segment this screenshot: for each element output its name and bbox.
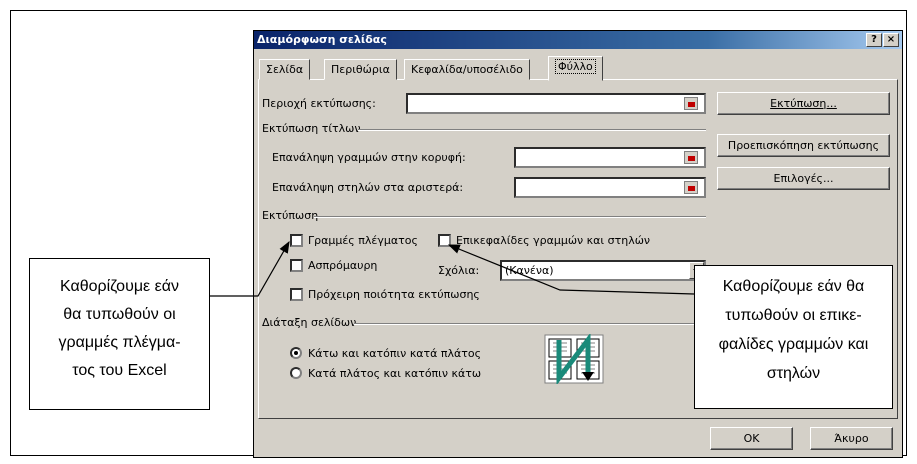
- comments-select-value: (Κανένα): [505, 264, 554, 277]
- draft-quality-checkbox[interactable]: [290, 288, 303, 301]
- dialog-titlebar: Διαμόρφωση σελίδας: [254, 31, 902, 49]
- close-button[interactable]: ×: [883, 33, 899, 47]
- range-picker-icon[interactable]: [684, 97, 698, 110]
- tab-sheet-label: Φύλλο: [555, 59, 596, 74]
- page-order-divider: [354, 323, 706, 325]
- gridlines-label: Γραμμές πλέγματος: [308, 234, 418, 247]
- print-button-label: Εκτύπωση...: [770, 97, 837, 110]
- print-section-divider: [314, 216, 706, 218]
- cols-repeat-input[interactable]: [514, 177, 706, 198]
- order-down-radio[interactable]: [290, 347, 302, 359]
- options-button[interactable]: Επιλογές...: [717, 167, 890, 190]
- page-order-header: Διάταξη σελίδων: [262, 316, 357, 329]
- headings-label: Επικεφαλίδες γραμμών και στηλών: [456, 234, 651, 247]
- tab-margins[interactable]: Περιθώρια: [324, 59, 397, 80]
- callout-right-line: φαλίδες γραμμών και: [718, 336, 869, 353]
- callout-left-line: θα τυπωθούν οι: [63, 306, 176, 323]
- headings-checkbox[interactable]: [438, 234, 451, 247]
- callout-right-line: στηλών: [766, 365, 821, 382]
- print-titles-header: Εκτύπωση τίτλων: [262, 122, 361, 135]
- print-section-header: Εκτύπωση: [262, 209, 319, 222]
- callout-left-line: Καθορίζουμε εάν: [60, 278, 179, 295]
- callout-headings: Καθορίζουμε εάν θα τυπωθούν οι επικε- φα…: [694, 265, 893, 409]
- order-down-label: Κάτω και κατόπιν κατά πλάτος: [308, 347, 482, 360]
- range-picker-icon[interactable]: [684, 151, 698, 164]
- cancel-button[interactable]: Άκυρο: [810, 427, 893, 450]
- callout-right-line: Καθορίζουμε εάν θα: [722, 278, 865, 295]
- order-over-label: Κατά πλάτος και κατόπιν κάτω: [308, 367, 482, 380]
- order-over-radio[interactable]: [290, 367, 302, 379]
- rows-repeat-label: Επανάληψη γραμμών στην κορυφή:: [272, 151, 466, 164]
- tab-page[interactable]: Σελίδα: [259, 59, 311, 80]
- black-white-label: Ασπρόμαυρη: [308, 259, 378, 272]
- comments-select[interactable]: (Κανένα): [500, 260, 706, 281]
- callout-gridlines: Καθορίζουμε εάν θα τυπωθούν οι γραμμές π…: [29, 258, 210, 410]
- help-button[interactable]: ?: [866, 33, 882, 47]
- dialog-title: Διαμόρφωση σελίδας: [257, 33, 387, 46]
- tab-sheet[interactable]: Φύλλο: [548, 56, 603, 81]
- black-white-checkbox[interactable]: [290, 259, 303, 272]
- callout-left-line: τος του Excel: [72, 362, 167, 379]
- tab-header-footer[interactable]: Κεφαλίδα/υποσέλιδο: [404, 59, 530, 80]
- draft-quality-label: Πρόχειρη ποιότητα εκτύπωσης: [308, 288, 480, 301]
- print-area-input[interactable]: [406, 93, 706, 114]
- callout-left-line: γραμμές πλέγμα-: [58, 334, 181, 351]
- gridlines-checkbox[interactable]: [290, 234, 303, 247]
- cols-repeat-label: Επανάληψη στηλών στα αριστερά:: [272, 181, 464, 194]
- print-titles-divider: [358, 129, 706, 131]
- comments-label: Σχόλια:: [438, 264, 480, 277]
- rows-repeat-input[interactable]: [514, 147, 706, 168]
- ok-button[interactable]: OK: [710, 427, 793, 450]
- range-picker-icon[interactable]: [684, 181, 698, 194]
- page-order-icon: [544, 334, 604, 384]
- print-button[interactable]: Εκτύπωση...: [717, 92, 890, 115]
- callout-right-line: τυπωθούν οι επικε-: [725, 307, 862, 324]
- print-area-label: Περιοχή εκτύπωσης:: [262, 97, 376, 110]
- print-preview-button[interactable]: Προεπισκόπηση εκτύπωσης: [717, 134, 890, 157]
